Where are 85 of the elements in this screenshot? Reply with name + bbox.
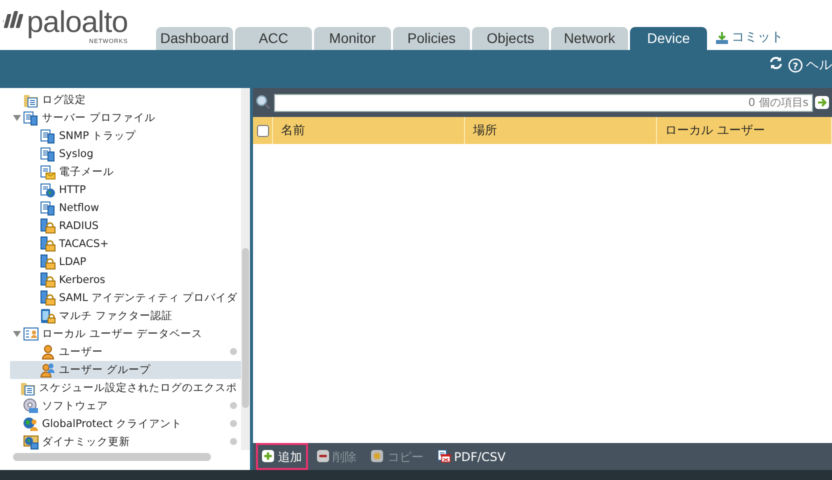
lock-server-icon xyxy=(40,272,56,288)
horizontal-scrollbar[interactable] xyxy=(12,452,211,461)
tree-item[interactable]: Syslog xyxy=(10,144,242,163)
tree-item[interactable]: RADIUS xyxy=(10,216,242,235)
tree-label: ユーザー xyxy=(59,344,104,360)
tree-item[interactable]: ログ設定 xyxy=(10,90,242,109)
pdf-icon xyxy=(438,450,451,463)
server-icon xyxy=(23,110,39,126)
tree-item[interactable]: LDAP xyxy=(10,252,242,271)
tree-label: 電子メール xyxy=(59,164,115,180)
tab[interactable]: ACC xyxy=(235,27,312,50)
tree-label: Syslog xyxy=(59,146,94,162)
tree-label: サーバー プロファイル xyxy=(42,110,156,126)
tab[interactable]: Network xyxy=(551,27,628,50)
tree-item[interactable]: SNMP トラップ xyxy=(10,126,242,145)
lock-server-icon xyxy=(40,290,56,306)
tree-item[interactable]: ユーザー グループ xyxy=(10,360,242,379)
globe-user-icon xyxy=(23,416,39,432)
toolbar-button[interactable]: PDF/CSV xyxy=(432,443,512,470)
tree-label: SNMP トラップ xyxy=(59,128,138,144)
commit-link[interactable]: コミット xyxy=(714,28,784,48)
tree-item[interactable]: ダイナミック更新 xyxy=(10,432,242,450)
tree-label: LDAP xyxy=(59,254,88,270)
tree-label: GlobalProtect クライアント xyxy=(42,416,183,432)
tree-item[interactable]: ユーザー xyxy=(10,342,242,361)
mail-server-icon xyxy=(40,164,56,180)
server-icon xyxy=(40,200,56,216)
user-icon xyxy=(40,344,56,360)
tab[interactable]: Policies xyxy=(393,27,470,50)
help-icon: ? xyxy=(788,58,804,73)
expanded-arrow-icon[interactable] xyxy=(13,114,21,122)
expanded-arrow-icon[interactable] xyxy=(13,330,21,338)
tree-label: ユーザー グループ xyxy=(59,362,152,378)
tree-item[interactable]: GlobalProtect クライアント xyxy=(10,414,242,433)
search-icon xyxy=(256,95,271,110)
tab[interactable]: Dashboard xyxy=(156,27,233,50)
device-lock-icon xyxy=(40,308,56,324)
user-list-icon xyxy=(23,326,39,342)
globe-monitor-icon xyxy=(23,434,39,450)
tree-label: ログ設定 xyxy=(42,92,87,108)
help-link[interactable]: ? ヘル xyxy=(788,56,832,75)
tab[interactable]: Objects xyxy=(472,27,549,50)
tree-item[interactable]: ソフトウェア xyxy=(10,396,242,415)
tree-label: ダイナミック更新 xyxy=(42,434,131,450)
toolbar-button[interactable]: 追加 xyxy=(256,443,308,470)
globe-server-icon xyxy=(40,182,56,198)
download-icon xyxy=(714,30,728,44)
tree-item[interactable]: スケジュール設定されたログのエクスポ xyxy=(10,378,242,397)
lock-server-icon xyxy=(40,254,56,270)
copy-icon xyxy=(371,450,384,463)
tree-item[interactable]: 電子メール xyxy=(10,162,242,181)
refresh-icon[interactable] xyxy=(768,56,783,70)
server-icon xyxy=(40,146,56,162)
tree-item[interactable]: ローカル ユーザー データベース xyxy=(10,324,242,343)
tree-label: ローカル ユーザー データベース xyxy=(42,326,204,342)
tree-item[interactable]: マルチ ファクター認証 xyxy=(10,306,242,325)
lock-server-icon xyxy=(40,218,56,234)
tree-label: Kerberos xyxy=(59,272,106,288)
scrollbar-thumb[interactable] xyxy=(242,248,249,408)
logo-wordmark: paloalto xyxy=(26,8,128,38)
minus-icon xyxy=(316,450,330,463)
disc-icon xyxy=(23,398,39,414)
tree-item[interactable]: サーバー プロファイル xyxy=(10,108,242,127)
search-field[interactable]: 0 個の項目s xyxy=(274,94,812,112)
tree-label: スケジュール設定されたログのエクスポ xyxy=(39,380,238,396)
tree-label: TACACS+ xyxy=(59,236,110,252)
user-group-icon xyxy=(40,362,56,378)
tree-label: HTTP xyxy=(59,182,87,198)
tree-label: Netflow xyxy=(59,200,100,216)
tree-item[interactable]: Netflow xyxy=(10,198,242,217)
tree-label: ソフトウェア xyxy=(42,398,109,414)
tree-label: SAML アイデンティティ プロバイダ xyxy=(59,290,238,306)
tree-label: マルチ ファクター認証 xyxy=(59,308,174,324)
lock-server-icon xyxy=(40,236,56,252)
arrow-icon[interactable] xyxy=(815,96,830,109)
plus-icon xyxy=(262,450,275,463)
tab[interactable]: Device xyxy=(630,27,707,50)
select-all-checkbox[interactable] xyxy=(256,124,268,136)
server-icon xyxy=(40,128,56,144)
tree-item[interactable]: HTTP xyxy=(10,180,242,199)
tree-item[interactable]: SAML アイデンティティ プロバイダ xyxy=(10,288,242,307)
tab[interactable]: Monitor xyxy=(314,27,391,50)
tree-item[interactable]: TACACS+ xyxy=(10,234,242,253)
tree-item[interactable]: Kerberos xyxy=(10,270,242,289)
tree-label: RADIUS xyxy=(59,218,100,234)
